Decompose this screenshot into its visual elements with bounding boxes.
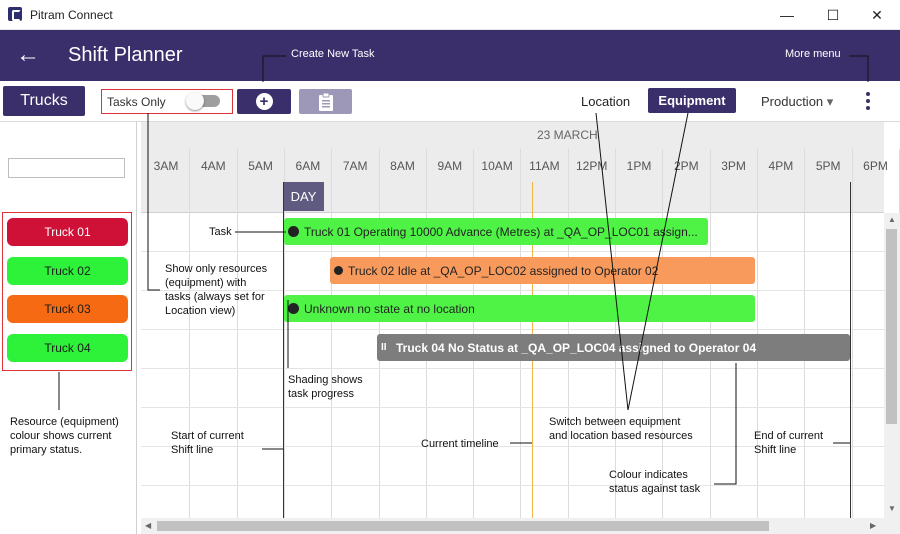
clipboard-button[interactable] [299, 89, 352, 114]
task-bar[interactable]: Truck 02 Idle at _QA_OP_LOC02 assigned t… [330, 257, 755, 284]
resource-truck-04[interactable]: Truck 04 [7, 334, 128, 362]
resource-truck-03[interactable]: Truck 03 [7, 295, 128, 323]
hour-label: 11AM [529, 159, 560, 173]
tasks-only-label: Tasks Only [107, 95, 166, 109]
annotation-switch: Switch between equipment and location ba… [549, 416, 693, 442]
hour-label: 8AM [390, 159, 415, 173]
create-task-button[interactable]: + [237, 89, 291, 114]
task-label: Truck 04 No Status at _QA_OP_LOC04 assig… [396, 340, 757, 355]
hour-label: 2PM [673, 159, 699, 173]
resource-truck-01[interactable]: Truck 01 [7, 218, 128, 246]
hour-label: 3AM [153, 159, 179, 173]
annotation-more-menu: More menu [785, 48, 841, 60]
trucks-button[interactable]: Trucks [3, 86, 85, 116]
scroll-down-icon[interactable]: ▼ [888, 504, 896, 513]
production-dropdown[interactable]: Production ▾ [761, 94, 833, 110]
hour-gridline [331, 149, 332, 518]
hour-label: 1PM [626, 159, 652, 173]
annotation-current-timeline: Current timeline [421, 438, 499, 450]
more-menu-icon[interactable] [862, 91, 874, 113]
back-arrow-icon[interactable]: ← [14, 42, 42, 70]
date-label: 23 MARCH [537, 128, 598, 142]
hour-gridline [237, 149, 238, 518]
shift-header [141, 181, 884, 213]
annotation-start-shift: Start of current Shift line [171, 430, 244, 456]
task-label: Unknown no state at no location [304, 301, 475, 316]
hour-label: 6PM [863, 159, 888, 173]
hour-label: 9AM [437, 159, 463, 173]
horizontal-scroll-thumb[interactable] [157, 521, 769, 531]
production-label: Production [761, 94, 824, 109]
resource-search-input[interactable] [8, 158, 125, 178]
vertical-scroll-thumb[interactable] [886, 229, 897, 424]
row-divider [141, 368, 884, 369]
hour-label: 6AM [295, 159, 321, 173]
hour-gridline [852, 149, 853, 518]
row-divider [141, 329, 884, 330]
day-shift-chip[interactable]: DAY [283, 182, 324, 211]
hour-label: 10AM [481, 159, 513, 173]
close-button[interactable]: ✕ [854, 0, 900, 30]
resource-truck-02[interactable]: Truck 02 [7, 257, 128, 285]
row-divider [141, 251, 884, 252]
clipboard-icon [318, 92, 333, 111]
date-header [141, 122, 884, 149]
task-label: Truck 01 Operating 10000 Advance (Metres… [304, 224, 698, 239]
scroll-up-icon[interactable]: ▲ [888, 215, 896, 224]
maximize-button[interactable]: ☐ [810, 0, 856, 30]
annotation-resource-colour: Resource (equipment) colour shows curren… [10, 416, 119, 456]
annotation-shading: Shading shows task progress [288, 374, 363, 400]
location-toggle[interactable]: Location [581, 94, 630, 109]
app-logo-icon [8, 7, 22, 21]
hour-label: 7AM [342, 159, 368, 173]
idle-icon [334, 266, 343, 275]
operating-icon [288, 226, 299, 237]
hour-label: 5PM [815, 159, 841, 173]
toggle-knob[interactable] [186, 92, 204, 110]
pause-icon: II [381, 342, 387, 353]
annotation-show-only-resources: Show only resources (equipment) with tas… [165, 263, 268, 317]
shift-end-line [850, 182, 851, 518]
scroll-left-icon[interactable]: ◀ [145, 521, 151, 530]
annotation-create-new-task: Create New Task [291, 48, 375, 60]
annotation-colour-indicates: Colour indicates status against task [609, 469, 701, 495]
task-bar[interactable]: Unknown no state at no location [284, 295, 755, 322]
page-title: Shift Planner [68, 44, 183, 66]
hour-label: 4AM [200, 159, 226, 173]
task-bar[interactable]: II Truck 04 No Status at _QA_OP_LOC04 as… [377, 334, 850, 361]
hour-label: 12PM [576, 159, 608, 173]
chevron-down-icon: ▾ [826, 94, 834, 109]
row-divider [141, 485, 884, 486]
unknown-icon [288, 303, 299, 314]
hour-label: 5AM [248, 159, 273, 173]
minimize-button[interactable]: — [764, 0, 810, 30]
hour-label: 3PM [721, 159, 746, 173]
scroll-right-icon[interactable]: ▶ [870, 521, 876, 530]
plus-icon: + [255, 93, 273, 110]
row-divider [141, 407, 884, 408]
annotation-task: Task [209, 226, 232, 238]
window-title: Pitram Connect [30, 8, 113, 22]
hour-label: 4PM [768, 159, 794, 173]
task-label: Truck 02 Idle at _QA_OP_LOC02 assigned t… [348, 263, 659, 278]
hour-gridline [189, 149, 190, 518]
task-bar[interactable]: Truck 01 Operating 10000 Advance (Metres… [284, 218, 708, 245]
equipment-toggle[interactable]: Equipment [648, 88, 736, 113]
annotation-end-shift: End of current Shift line [754, 430, 824, 456]
